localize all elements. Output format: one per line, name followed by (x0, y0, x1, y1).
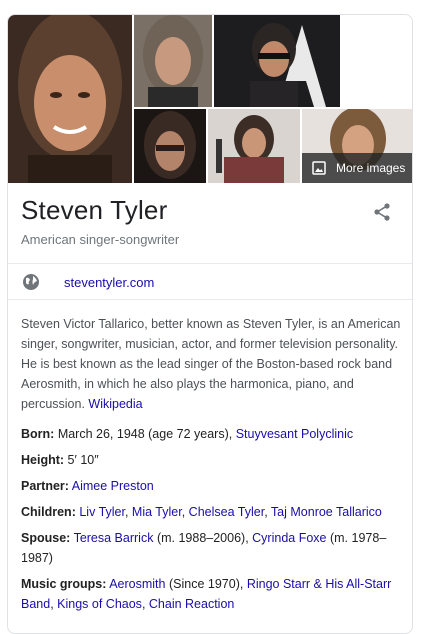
fact-label: Born: (21, 427, 55, 441)
photo-1[interactable] (8, 15, 132, 183)
photo-5[interactable] (208, 109, 300, 183)
child-link[interactable]: Taj Monroe Tallarico (271, 505, 382, 519)
wikipedia-link[interactable]: Wikipedia (88, 397, 142, 411)
fact-partner: Partner: Aimee Preston (21, 476, 407, 496)
fact-value: (m. 1988–2006), (156, 531, 249, 545)
spouse-link[interactable]: Cyrinda Foxe (252, 531, 326, 545)
divider (8, 263, 412, 264)
knowledge-panel: More images Steven Tyler American singer… (7, 14, 413, 634)
fact-born: Born: March 26, 1948 (age 72 years), Stu… (21, 424, 407, 444)
description-text: Steven Victor Tallarico, better known as… (21, 317, 401, 411)
fact-value: 5′ 10″ (67, 453, 99, 467)
entity-subtitle: American singer-songwriter (21, 232, 180, 247)
facts-list: Born: March 26, 1948 (age 72 years), Stu… (21, 424, 407, 620)
fact-height: Height: 5′ 10″ (21, 450, 407, 470)
photo-3[interactable] (214, 15, 340, 107)
child-link[interactable]: Chelsea Tyler (189, 505, 265, 519)
spouse-link[interactable]: Teresa Barrick (74, 531, 154, 545)
fact-label: Music groups: (21, 577, 107, 591)
fact-value: (Since 1970), (168, 577, 244, 591)
photo-mosaic: More images (8, 15, 412, 183)
photo-2[interactable] (134, 15, 212, 107)
share-icon[interactable] (372, 202, 392, 222)
fact-value: March 26, 1948 (age 72 years), (57, 427, 233, 441)
globe-icon (22, 273, 40, 291)
fact-children: Children: Liv Tyler, Mia Tyler, Chelsea … (21, 505, 382, 519)
fact-label: Spouse: (21, 531, 71, 545)
group-link[interactable]: Chain Reaction (149, 597, 234, 611)
fact-spouse: Spouse: Teresa Barrick (m. 1988–2006), C… (21, 528, 407, 568)
fact-music-groups: Music groups: Aerosmith (Since 1970), Ri… (21, 577, 392, 611)
child-link[interactable]: Mia Tyler (132, 505, 182, 519)
partner-link[interactable]: Aimee Preston (72, 479, 154, 493)
more-images-label: More images (336, 161, 406, 175)
website-link[interactable]: steventyler.com (64, 275, 154, 290)
image-icon (312, 161, 326, 175)
fact-label: Partner: (21, 479, 69, 493)
child-link[interactable]: Liv Tyler (79, 505, 125, 519)
description: Steven Victor Tallarico, better known as… (21, 314, 403, 414)
group-link[interactable]: Aerosmith (109, 577, 165, 591)
entity-title: Steven Tyler (21, 195, 168, 225)
more-images-button[interactable]: More images (302, 153, 412, 183)
divider (8, 299, 412, 300)
website-row: steventyler.com (8, 265, 412, 299)
photo-4[interactable] (134, 109, 206, 183)
group-link[interactable]: Kings of Chaos (57, 597, 142, 611)
fact-label: Children: (21, 505, 76, 519)
birthplace-link[interactable]: Stuyvesant Polyclinic (236, 427, 353, 441)
fact-label: Height: (21, 453, 65, 467)
